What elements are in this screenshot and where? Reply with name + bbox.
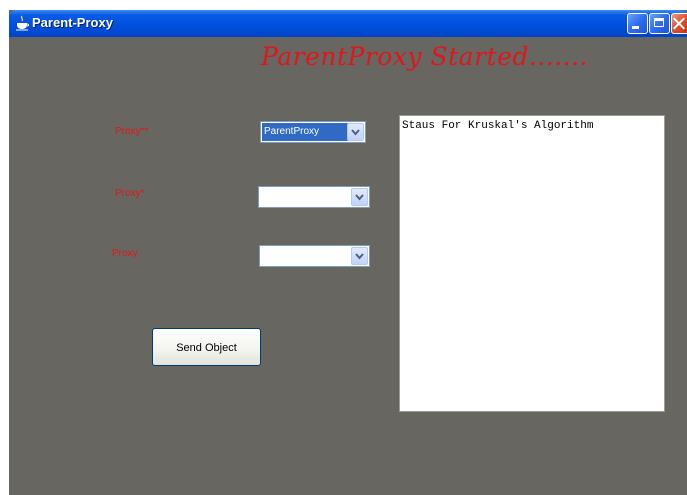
close-button[interactable] [671,13,687,34]
proxy-star-label: Proxy* [115,188,145,199]
maximize-button[interactable] [649,13,670,34]
proxy-double-star-label: Proxy** [115,126,149,137]
combo-selected-value [260,188,352,206]
dropdown-arrow-icon[interactable] [347,123,364,141]
proxy-label: Proxy [112,248,138,259]
proxy-star-combo[interactable] [258,186,370,208]
combo-selected-value [261,247,352,265]
send-object-button[interactable]: Send Object [152,328,261,366]
dropdown-arrow-icon[interactable] [351,247,368,265]
title-bar[interactable]: Parent-Proxy [9,10,687,37]
dropdown-arrow-icon[interactable] [351,188,368,206]
status-textarea[interactable]: Staus For Kruskal's Algorithm [399,115,665,412]
status-heading: ParentProxy Started....... [261,42,588,71]
java-cup-icon [16,15,29,31]
window-title: Parent-Proxy [32,15,113,30]
proxy-combo[interactable] [259,245,370,267]
minimize-button[interactable] [627,13,648,34]
proxy-double-star-combo[interactable]: ParentProxy [260,121,366,143]
main-window: Parent-Proxy ParentProxy Started....... … [9,10,687,495]
combo-selected-value: ParentProxy [262,123,348,141]
